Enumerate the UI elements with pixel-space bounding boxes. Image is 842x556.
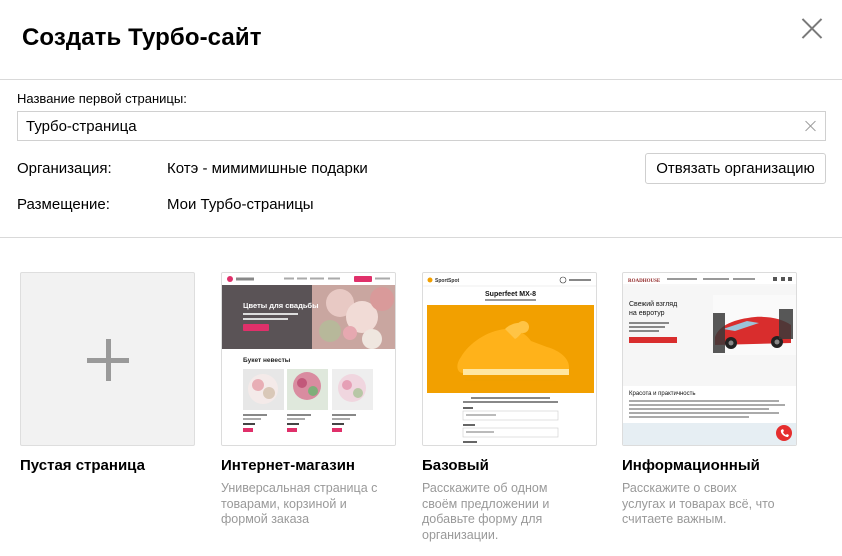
template-title: Базовый [422, 457, 489, 474]
template-info[interactable]: ROADHOUSE Свежий взгляд на евротур Красо… [622, 272, 797, 528]
template-basic[interactable]: SportSpot Superfeet MX-8 Базовый Расскаж… [422, 272, 597, 543]
organization-value: Котэ - мимимишные подарки [167, 160, 368, 177]
placement-value: Мои Турбо-страницы [167, 196, 314, 213]
template-blank[interactable]: Пустая страница [20, 272, 195, 474]
template-title: Пустая страница [20, 457, 145, 474]
page-name-input[interactable] [18, 112, 825, 140]
template-thumbnail[interactable]: ROADHOUSE Свежий взгляд на евротур Красо… [622, 272, 797, 446]
template-title: Интернет-магазин [221, 457, 355, 474]
template-thumbnail[interactable]: SportSpot Superfeet MX-8 [422, 272, 597, 446]
template-description: Расскажите об одном своём предложении и … [422, 481, 550, 542]
basic-preview-image: SportSpot Superfeet MX-8 [423, 273, 596, 445]
dialog-header: Создать Турбо-сайт [0, 0, 842, 80]
dialog-title: Создать Турбо-сайт [22, 24, 262, 51]
template-description: Универсальная страница с товарами, корзи… [221, 481, 378, 526]
placement-label: Размещение: [17, 196, 110, 213]
close-icon[interactable] [800, 16, 824, 40]
clear-icon[interactable] [805, 120, 817, 132]
page-name-field [17, 111, 826, 141]
shop-preview-image: Цветы для свадьбы Букет невесты [222, 273, 395, 445]
shop-section-title: Букет невесты [243, 357, 291, 364]
info-section-title: Красота и практичность [629, 391, 696, 397]
template-shop[interactable]: Цветы для свадьбы Букет невесты Интернет… [221, 272, 396, 528]
settings-form: Название первой страницы: Организация: К… [0, 80, 842, 238]
template-thumbnail[interactable]: Цветы для свадьбы Букет невесты [221, 272, 396, 446]
template-title: Информационный [622, 457, 760, 474]
unlink-organization-button[interactable]: Отвязать организацию [645, 153, 826, 184]
template-description: Расскажите о своих услугах и товарах всё… [622, 481, 775, 526]
shop-hero-title: Цветы для свадьбы [243, 301, 318, 310]
page-name-label: Название первой страницы: [17, 91, 187, 106]
info-preview-image: ROADHOUSE Свежий взгляд на евротур Красо… [623, 273, 796, 445]
template-thumbnail[interactable] [20, 272, 195, 446]
basic-product-title: Superfeet MX-8 [485, 291, 536, 298]
organization-label: Организация: [17, 160, 112, 177]
basic-brand: SportSpot [435, 278, 459, 284]
info-brand: ROADHOUSE [628, 279, 661, 284]
